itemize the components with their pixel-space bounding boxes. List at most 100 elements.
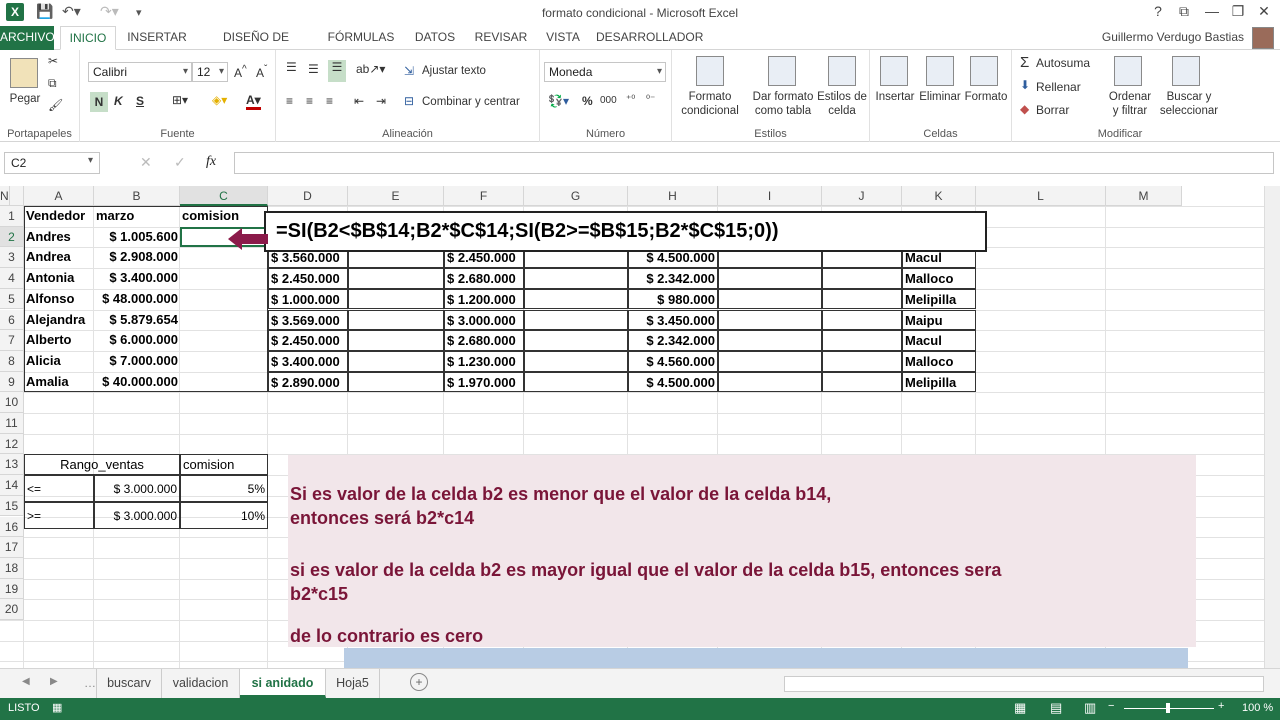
clear-button[interactable]: Borrar — [1036, 103, 1069, 117]
row-header-13[interactable]: 13 — [0, 454, 24, 476]
tab-archivo[interactable]: ARCHIVO — [0, 26, 55, 50]
row-header-7[interactable]: 7 — [0, 330, 24, 351]
sheet-tab-hoja5[interactable]: Hoja5 — [326, 669, 380, 698]
vertical-scrollbar[interactable] — [1264, 186, 1280, 668]
row-header-15[interactable]: 15 — [0, 495, 24, 517]
add-sheet-icon[interactable]: + — [410, 673, 428, 691]
tab-insertar[interactable]: INSERTAR — [124, 26, 190, 50]
column-header-e[interactable]: E — [348, 186, 444, 206]
fill-icon[interactable]: ⬇ — [1020, 78, 1030, 92]
column-header-f[interactable]: F — [444, 186, 524, 206]
tab-vista[interactable]: VISTA — [540, 26, 586, 50]
cell-e[interactable] — [348, 309, 444, 331]
align-center-icon[interactable]: ≡ — [306, 94, 313, 108]
insert-cells-button[interactable]: Insertar — [872, 90, 918, 104]
march-sales[interactable]: $ 6.000.000 — [94, 330, 180, 351]
tab-desarrollador[interactable]: DESARROLLADOR — [596, 26, 703, 50]
row-header-14[interactable]: 14 — [0, 475, 24, 496]
column-header-a[interactable]: A — [24, 186, 94, 206]
conditional-format-icon[interactable] — [696, 56, 724, 86]
cut-icon[interactable]: ✂ — [48, 54, 58, 68]
cell-g[interactable] — [524, 330, 628, 351]
cell-j[interactable] — [822, 330, 902, 351]
cancel-icon[interactable]: ✕ — [140, 154, 152, 171]
macro-record-icon[interactable]: ▦ — [52, 701, 62, 714]
merge-center-icon[interactable]: ⊟ — [404, 94, 414, 108]
seller-name[interactable]: Antonia — [24, 268, 94, 289]
row-header-3[interactable]: 3 — [0, 247, 24, 269]
horizontal-scrollbar[interactable] — [784, 676, 1264, 692]
cell-j[interactable] — [822, 309, 902, 331]
row-header-1[interactable]: 1 — [0, 206, 24, 227]
avatar[interactable] — [1252, 27, 1274, 49]
sheet-tab-validacion[interactable]: validacion — [162, 669, 240, 698]
decrease-indent-icon[interactable]: ⇤ — [354, 94, 364, 108]
range-value[interactable]: $ 3.000.000 — [94, 502, 180, 529]
merge-center-button[interactable]: Combinar y centrar — [422, 96, 520, 108]
paste-button[interactable]: Pegar — [4, 92, 46, 106]
zoom-slider-thumb[interactable] — [1166, 703, 1170, 713]
cell-i[interactable] — [718, 371, 822, 393]
sheet-tab-buscarv[interactable]: buscarv — [96, 669, 162, 698]
column-header-g[interactable]: G — [524, 186, 628, 206]
seller-name[interactable]: Alfonso — [24, 289, 94, 310]
column-header-i[interactable]: I — [718, 186, 822, 206]
cell-j[interactable] — [822, 268, 902, 289]
cell-g[interactable] — [524, 350, 628, 372]
row-header-20[interactable]: 20 — [0, 599, 24, 620]
cell-d[interactable]: $ 3.400.000 — [268, 350, 348, 372]
row-header-19[interactable]: 19 — [0, 578, 24, 600]
cell-a1[interactable]: Vendedor — [24, 206, 94, 227]
row-header-10[interactable]: 10 — [0, 392, 24, 413]
tab-revisar[interactable]: REVISAR — [470, 26, 532, 50]
cell-k[interactable]: Macul — [902, 330, 976, 351]
user-name[interactable]: Guillermo Verdugo Bastias — [1102, 30, 1244, 44]
row-header-8[interactable]: 8 — [0, 350, 24, 372]
align-right-icon[interactable]: ≡ — [326, 94, 333, 108]
cell-f[interactable]: $ 2.680.000 — [444, 268, 524, 289]
orientation-icon[interactable]: ab↗▾ — [356, 62, 385, 76]
range-header[interactable]: Rango_ventas — [24, 454, 180, 476]
column-header-n[interactable]: N — [0, 186, 10, 206]
thousands-button[interactable]: 000 — [600, 95, 617, 106]
seller-name[interactable]: Alejandra — [24, 310, 94, 331]
bottom-align-icon[interactable]: ☰ — [328, 60, 346, 82]
column-header-h[interactable]: H — [628, 186, 718, 206]
shrink-font-icon[interactable]: Aˇ — [256, 64, 267, 80]
cell-k[interactable]: Maipu — [902, 309, 976, 331]
march-sales[interactable]: $ 7.000.000 — [94, 351, 180, 372]
column-header-b[interactable]: B — [94, 186, 180, 206]
tab-formulas[interactable]: FÓRMULAS — [324, 26, 398, 50]
row-header-16[interactable]: 16 — [0, 516, 24, 538]
row-header-11[interactable]: 11 — [0, 413, 24, 434]
underline-button[interactable]: S — [136, 94, 144, 108]
cell-e[interactable] — [348, 350, 444, 372]
page-layout-view-icon[interactable]: ▤ — [1050, 700, 1062, 716]
cell-j[interactable] — [822, 350, 902, 372]
cell-g[interactable] — [524, 371, 628, 393]
name-box-dropdown-icon[interactable]: ▾ — [88, 155, 93, 166]
cell-f[interactable]: $ 2.680.000 — [444, 330, 524, 351]
column-header-m[interactable]: M — [1106, 186, 1182, 206]
close-button[interactable]: ✕ — [1252, 3, 1276, 20]
sheet-tab-si-anidado[interactable]: si anidado — [240, 669, 326, 698]
cell-i[interactable] — [718, 330, 822, 351]
cell-c1[interactable]: comision — [180, 206, 268, 227]
cell-i[interactable] — [718, 288, 822, 310]
tab-diseno[interactable]: DISEÑO DE PÁGINA — [200, 26, 312, 67]
zoom-in-icon[interactable]: + — [1218, 700, 1224, 712]
seller-name[interactable]: Andrea — [24, 247, 94, 268]
march-sales[interactable]: $ 40.000.000 — [94, 372, 180, 393]
tab-datos[interactable]: DATOS — [408, 26, 462, 50]
cell-d[interactable]: $ 3.569.000 — [268, 309, 348, 331]
cell-j[interactable] — [822, 288, 902, 310]
wrap-text-icon[interactable]: ⇲ — [404, 64, 414, 78]
march-sales[interactable]: $ 5.879.654 — [94, 310, 180, 331]
march-sales[interactable]: $ 3.400.000 — [94, 268, 180, 289]
borders-icon[interactable]: ⊞▾ — [172, 93, 188, 107]
enter-icon[interactable]: ✓ — [174, 154, 186, 171]
march-sales[interactable]: $ 1.005.600 — [94, 227, 180, 248]
cell-k[interactable]: Malloco — [902, 350, 976, 372]
range-comm-header[interactable]: comision — [180, 454, 268, 476]
cell-g[interactable] — [524, 268, 628, 289]
